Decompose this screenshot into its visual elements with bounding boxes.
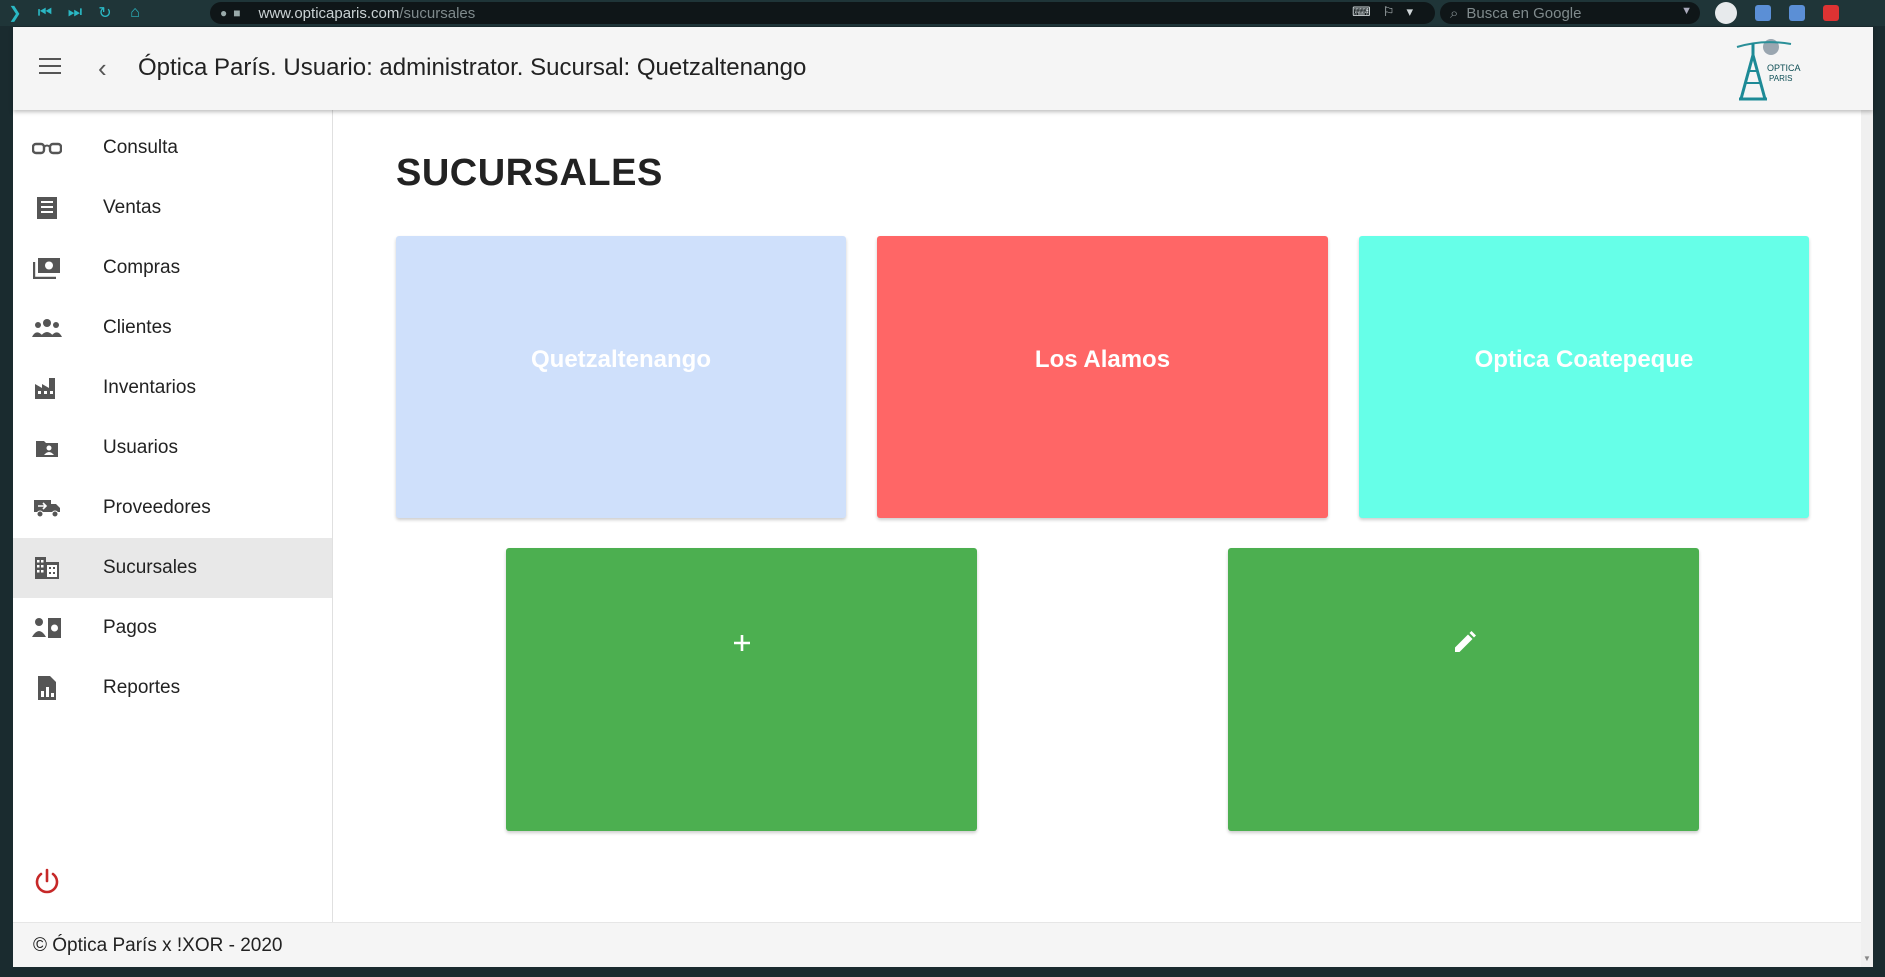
browser-toolbar: ❯ ⏮ ⏭ ↻ ⌂ ●■ www.opticaparis.com/sucursa…	[0, 0, 1885, 26]
sidebar-item-compras[interactable]: Compras	[13, 238, 332, 298]
sidebar-item-usuarios[interactable]: Usuarios	[13, 418, 332, 478]
branch-card-los-alamos[interactable]: Los Alamos	[877, 236, 1328, 518]
branch-card-quetzaltenango[interactable]: Quetzaltenango	[396, 236, 846, 518]
taskbar-strip	[0, 967, 1885, 977]
sidebar-item-label: Sucursales	[103, 557, 197, 578]
chevron-down-icon[interactable]: ▼	[1681, 5, 1692, 17]
translate-icon[interactable]	[1789, 5, 1805, 21]
forward-icon[interactable]: ❯	[0, 0, 30, 26]
search-input[interactable]: ⌕ Busca en Google ▼	[1440, 2, 1700, 24]
sidebar: Consulta Ventas Compras Clientes Inventa…	[13, 110, 333, 922]
sidebar-item-ventas[interactable]: Ventas	[13, 178, 332, 238]
sidebar-item-sucursales[interactable]: Sucursales	[13, 538, 332, 598]
svg-text:PARIS: PARIS	[1769, 74, 1792, 83]
page-title: SUCURSALES	[396, 152, 663, 194]
sidebar-item-label: Compras	[103, 257, 181, 278]
skip-forward-icon[interactable]: ⏭	[60, 0, 90, 26]
scroll-down-icon[interactable]: ▼	[1863, 954, 1871, 963]
scrollbar[interactable]: ▲ ▼	[1861, 27, 1873, 967]
address-bar-icons[interactable]: ⌨⚐▾	[1352, 4, 1425, 20]
sidebar-item-proveedores[interactable]: Proveedores	[13, 478, 332, 538]
url-text[interactable]: www.opticaparis.com/sucursales	[259, 5, 476, 22]
people-icon	[32, 315, 62, 341]
add-branch-button[interactable]	[506, 548, 977, 831]
svg-text:OPTICA: OPTICA	[1767, 63, 1801, 73]
search-icon: ⌕	[1450, 4, 1459, 22]
factory-icon	[32, 375, 62, 401]
sidebar-item-label: Proveedores	[103, 497, 211, 518]
payments-icon	[32, 615, 62, 641]
branch-card-optica-coatepeque[interactable]: Optica Coatepeque	[1359, 236, 1809, 518]
pencil-icon	[1449, 628, 1479, 658]
truck-icon	[32, 495, 62, 521]
report-icon	[32, 675, 62, 701]
sidebar-item-label: Ventas	[103, 197, 162, 218]
extension-icon[interactable]	[1755, 5, 1771, 21]
power-icon[interactable]	[33, 867, 63, 897]
branch-name: Quetzaltenango	[530, 346, 711, 373]
app-header: ‹ Óptica París. Usuario: administrator. …	[13, 27, 1873, 110]
footer: © Óptica París x !XOR - 2020	[13, 922, 1873, 967]
reload-icon[interactable]: ↻	[90, 0, 120, 26]
edit-branch-button[interactable]	[1228, 548, 1699, 831]
sidebar-item-label: Usuarios	[103, 437, 178, 458]
user-folder-icon	[32, 435, 62, 461]
sidebar-item-label: Pagos	[103, 617, 157, 638]
branch-name: Optica Coatepeque	[1474, 346, 1694, 373]
address-bar[interactable]: ●■ www.opticaparis.com/sucursales ⌨⚐▾	[210, 2, 1435, 24]
extension-red-icon[interactable]	[1823, 5, 1839, 21]
main-content: SUCURSALES Quetzaltenango Los Alamos Opt…	[334, 110, 1873, 922]
copyright-text: © Óptica París x !XOR - 2020	[33, 935, 283, 956]
optica-paris-logo: OPTICA PARIS	[1733, 35, 1803, 103]
glasses-icon	[32, 135, 62, 161]
plus-icon	[727, 628, 757, 658]
profile-avatar[interactable]	[1715, 2, 1737, 24]
branch-name: Los Alamos	[1034, 346, 1171, 373]
sidebar-item-label: Consulta	[103, 137, 178, 158]
security-icons: ●■	[220, 6, 247, 20]
menu-icon[interactable]	[35, 53, 65, 83]
sidebar-item-inventarios[interactable]: Inventarios	[13, 358, 332, 418]
home-icon[interactable]: ⌂	[120, 0, 150, 26]
sidebar-item-pagos[interactable]: Pagos	[13, 598, 332, 658]
skip-back-icon[interactable]: ⏮	[30, 0, 60, 26]
app-window: ‹ Óptica París. Usuario: administrator. …	[13, 27, 1873, 967]
sidebar-item-label: Reportes	[103, 677, 181, 698]
money-icon	[32, 255, 62, 281]
business-icon	[32, 555, 62, 581]
search-placeholder: Busca en Google	[1466, 4, 1582, 22]
sidebar-item-label: Clientes	[103, 317, 172, 338]
back-arrow-icon[interactable]: ‹	[98, 53, 124, 83]
sidebar-item-label: Inventarios	[103, 377, 196, 398]
sidebar-item-clientes[interactable]: Clientes	[13, 298, 332, 358]
receipt-icon	[32, 195, 62, 221]
sidebar-item-reportes[interactable]: Reportes	[13, 658, 332, 718]
sidebar-item-consulta[interactable]: Consulta	[13, 118, 332, 178]
page-header-title: Óptica París. Usuario: administrator. Su…	[138, 54, 807, 81]
